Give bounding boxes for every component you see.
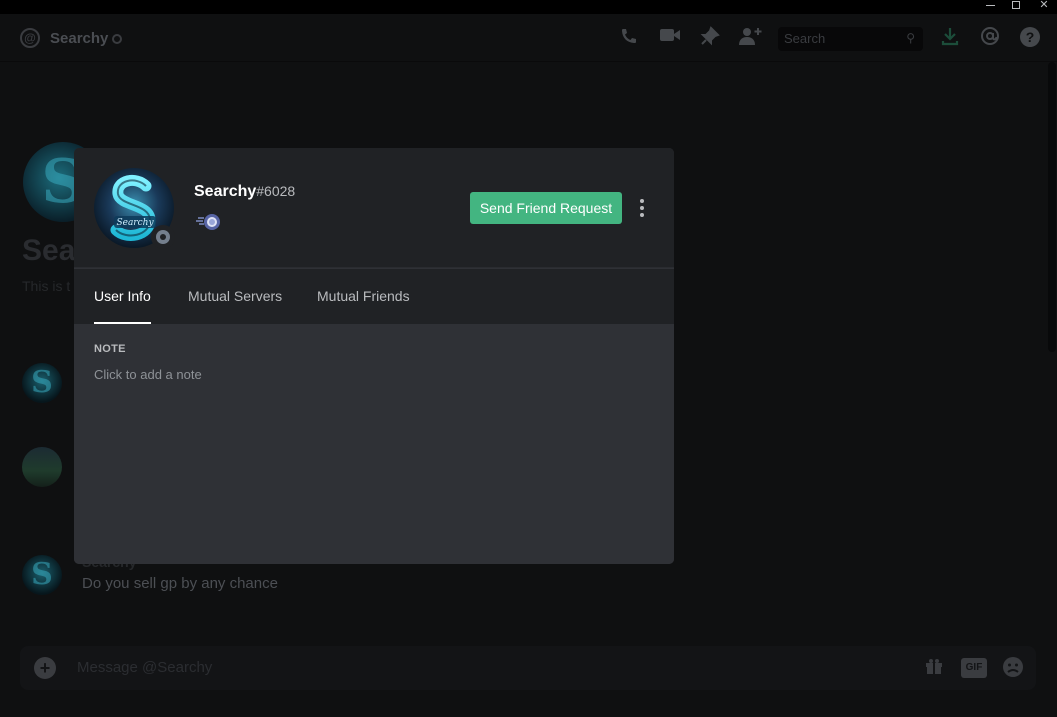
username: Searchy	[194, 183, 257, 200]
profile-tabs: User Info Mutual Servers Mutual Friends	[74, 269, 674, 324]
minimize-icon	[985, 5, 995, 6]
avatar[interactable]: S	[22, 555, 62, 595]
hypesquad-badge-icon[interactable]	[196, 212, 222, 232]
emoji-icon[interactable]	[1001, 656, 1025, 680]
profile-avatar: Searchy	[94, 168, 175, 249]
pin-icon[interactable]	[698, 26, 722, 50]
search-placeholder: Search	[784, 31, 826, 46]
dm-subtitle: This is t	[22, 278, 71, 294]
send-friend-request-button[interactable]: Send Friend Request	[470, 192, 622, 224]
user-profile-modal: Searchy Searchy#6028 Send Friend Request…	[74, 148, 674, 564]
dm-title: Sea	[22, 234, 76, 267]
maximize-button[interactable]	[1006, 0, 1026, 12]
at-icon: @	[20, 28, 40, 48]
note-input[interactable]: Click to add a note	[94, 367, 202, 382]
tab-mutual-friends[interactable]: Mutual Friends	[317, 288, 410, 324]
mention-icon[interactable]	[978, 26, 1002, 50]
svg-text:Searchy: Searchy	[116, 218, 154, 228]
tab-mutual-servers[interactable]: Mutual Servers	[188, 288, 282, 324]
profile-username: Searchy#6028	[194, 183, 295, 201]
download-icon[interactable]	[938, 26, 962, 50]
video-icon[interactable]	[658, 26, 682, 50]
help-icon[interactable]: ?	[1018, 26, 1042, 50]
channel-name: Searchy	[50, 30, 109, 47]
profile-header: Searchy Searchy#6028 Send Friend Request	[74, 148, 674, 268]
message-input[interactable]: Message @Searchy	[77, 659, 212, 676]
tab-user-info[interactable]: User Info	[94, 288, 151, 324]
add-attachment-icon[interactable]: +	[34, 657, 56, 679]
gift-icon[interactable]	[922, 656, 946, 680]
status-icon	[112, 34, 122, 44]
search-icon: ⚲	[906, 31, 915, 45]
svg-text:?: ?	[1026, 29, 1035, 45]
search-input[interactable]: Search ⚲	[778, 27, 923, 51]
discriminator: #6028	[256, 183, 296, 199]
window-titlebar: ✕	[0, 0, 1057, 14]
offline-status-icon	[156, 230, 170, 244]
phone-call-icon[interactable]	[617, 26, 641, 50]
scrollbar[interactable]	[1048, 62, 1056, 352]
message-composer[interactable]: + Message @Searchy GIF	[20, 646, 1036, 690]
close-window-button[interactable]: ✕	[1034, 0, 1054, 12]
maximize-icon	[1012, 1, 1020, 9]
gif-button[interactable]: GIF	[961, 658, 987, 678]
more-options-icon[interactable]	[634, 196, 650, 220]
channel-header: @ Searchy Search ⚲ ?	[0, 14, 1057, 62]
add-friend-icon[interactable]	[738, 26, 762, 50]
message-text: Do you sell gp by any chance	[82, 575, 278, 592]
status-indicator	[151, 225, 175, 249]
avatar[interactable]	[22, 447, 62, 487]
avatar[interactable]: S	[22, 363, 62, 403]
minimize-button[interactable]	[980, 0, 1000, 12]
profile-body: NOTE Click to add a note	[74, 324, 674, 564]
note-heading: NOTE	[94, 343, 126, 355]
